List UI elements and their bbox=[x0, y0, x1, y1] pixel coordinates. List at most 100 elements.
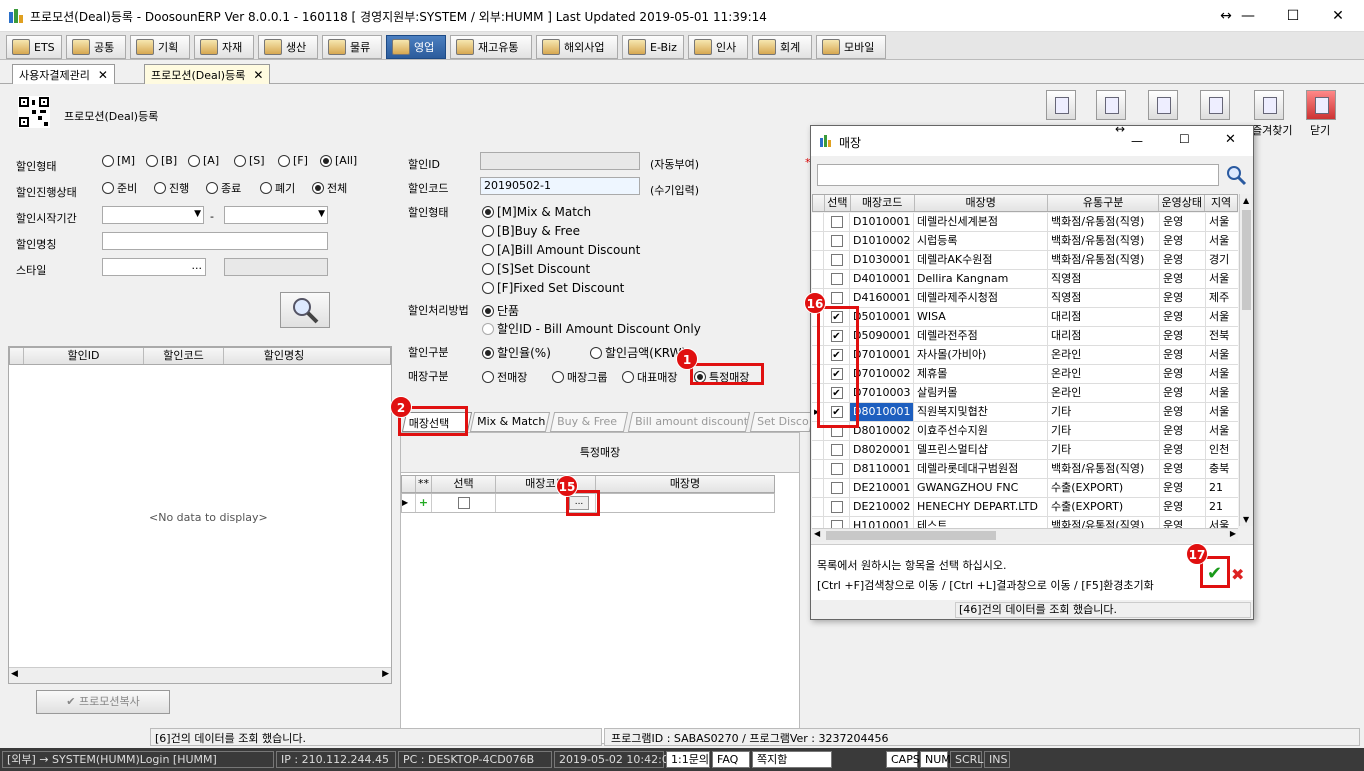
new-icon[interactable] bbox=[1046, 90, 1076, 120]
select-checkbox[interactable]: ✔ bbox=[830, 311, 843, 323]
header-store-code[interactable]: 매장코드 bbox=[851, 195, 915, 211]
style-input[interactable]: ... bbox=[102, 258, 206, 276]
period-end-select[interactable]: ▼ bbox=[224, 206, 328, 224]
select-checkbox[interactable]: ✔ bbox=[830, 330, 843, 342]
select-cell[interactable] bbox=[432, 494, 496, 512]
select-cell[interactable]: ✔ bbox=[824, 365, 850, 383]
tab-bill-amount[interactable]: Bill amount discount bbox=[627, 412, 751, 432]
add-row-icon[interactable]: + bbox=[416, 494, 432, 512]
status-progress-radio[interactable]: 진행 bbox=[154, 180, 189, 196]
dialog-row[interactable]: DE210002 HENECHY DEPART.LTD 수출(EXPORT) 운영 21 bbox=[812, 498, 1238, 517]
select-checkbox[interactable] bbox=[830, 482, 843, 494]
menu-common[interactable]: 공통 bbox=[66, 35, 126, 59]
header-discount-id[interactable]: 할인ID bbox=[24, 348, 144, 364]
select-cell[interactable] bbox=[824, 460, 850, 478]
dialog-vscrollbar[interactable]: ▲ ▼ bbox=[1239, 194, 1253, 526]
minimize-button[interactable]: — bbox=[1226, 4, 1270, 28]
select-checkbox[interactable]: ✔ bbox=[830, 368, 843, 380]
select-cell[interactable]: ✔ bbox=[824, 327, 850, 345]
tab-buy-free[interactable]: Buy & Free bbox=[549, 412, 629, 432]
menu-overseas[interactable]: 해외사업 bbox=[536, 35, 618, 59]
select-checkbox[interactable]: ✔ bbox=[830, 349, 843, 361]
select-cell[interactable] bbox=[824, 498, 850, 516]
select-cell[interactable]: ✔ bbox=[824, 403, 850, 421]
header-discount-name[interactable]: 할인명칭 bbox=[224, 348, 344, 364]
message-box-button[interactable]: 쪽지함 bbox=[752, 751, 832, 768]
header-distribution[interactable]: 유통구분 bbox=[1048, 195, 1160, 211]
select-checkbox[interactable] bbox=[830, 463, 843, 475]
select-checkbox[interactable] bbox=[457, 497, 470, 509]
dialog-hscrollbar[interactable]: ◀ ▶ bbox=[812, 528, 1238, 542]
menu-ebiz[interactable]: E-Biz bbox=[622, 35, 684, 59]
scroll-thumb[interactable] bbox=[1242, 210, 1251, 310]
select-checkbox[interactable] bbox=[830, 444, 843, 456]
select-cell[interactable]: ✔ bbox=[824, 308, 850, 326]
dialog-search-icon[interactable] bbox=[1225, 164, 1249, 186]
form-type-f-radio[interactable]: [F]Fixed Set Discount bbox=[482, 281, 624, 295]
tab-user-payment[interactable]: 사용자결제관리 ✕ bbox=[12, 64, 115, 84]
close-window-icon[interactable] bbox=[1306, 90, 1336, 120]
store-specific-radio[interactable]: 특정매장 bbox=[694, 369, 749, 385]
type-f-radio[interactable]: [F] bbox=[278, 154, 308, 167]
tab-mix-match[interactable]: Mix & Match bbox=[469, 412, 551, 432]
header-region[interactable]: 지역 bbox=[1205, 195, 1237, 211]
select-cell[interactable] bbox=[824, 422, 850, 440]
select-cell[interactable]: ✔ bbox=[824, 346, 850, 364]
tab-promotion[interactable]: 프로모션(Deal)등록 ✕ bbox=[144, 64, 271, 84]
menu-production[interactable]: 생산 bbox=[258, 35, 318, 59]
dialog-row[interactable]: D4010001 Dellira Kangnam 직영점 운영 서울 bbox=[812, 270, 1238, 289]
store-grid-row[interactable]: ▶ + ... bbox=[401, 493, 775, 513]
dialog-row[interactable]: D4160001 데렐라제주시청점 직영점 운영 제주 bbox=[812, 289, 1238, 308]
select-cell[interactable] bbox=[824, 289, 850, 307]
menu-plan[interactable]: 기획 bbox=[130, 35, 190, 59]
type-a-radio[interactable]: [A] bbox=[188, 154, 219, 167]
dialog-row[interactable]: ✔ D7010001 자사몰(가비아) 온라인 운영 서울 bbox=[812, 346, 1238, 365]
select-checkbox[interactable] bbox=[830, 235, 843, 247]
close-icon[interactable]: ✕ bbox=[253, 68, 263, 82]
type-s-radio[interactable]: [S] bbox=[234, 154, 265, 167]
header-state[interactable]: 운영상태 bbox=[1159, 195, 1206, 211]
cancel-x-icon[interactable]: ✖ bbox=[1231, 565, 1244, 584]
dialog-minimize-button[interactable]: — bbox=[1131, 134, 1143, 148]
select-cell[interactable] bbox=[824, 251, 850, 269]
delete-icon[interactable] bbox=[1096, 90, 1126, 120]
select-cell[interactable] bbox=[824, 479, 850, 497]
dialog-search-input[interactable] bbox=[817, 164, 1219, 186]
left-grid-scrollbar[interactable]: ◀ ▶ bbox=[9, 667, 391, 683]
hscroll-thumb[interactable] bbox=[826, 531, 996, 540]
dialog-row[interactable]: ✔ D7010002 제휴몰 온라인 운영 서울 bbox=[812, 365, 1238, 384]
menu-sales[interactable]: 영업 bbox=[386, 35, 446, 59]
header-store-code[interactable]: 매장코드 bbox=[496, 476, 596, 492]
select-checkbox[interactable]: ✔ bbox=[830, 387, 843, 399]
name-input[interactable] bbox=[102, 232, 328, 250]
kind-amount-radio[interactable]: 할인금액(KRW) bbox=[590, 344, 686, 361]
select-checkbox[interactable] bbox=[830, 501, 843, 513]
store-all-radio[interactable]: 전매장 bbox=[482, 369, 527, 385]
select-checkbox[interactable] bbox=[830, 254, 843, 266]
select-checkbox[interactable] bbox=[830, 292, 843, 304]
method-single-radio[interactable]: 단품 bbox=[482, 302, 519, 319]
dialog-resize-icon[interactable]: ↔ bbox=[1115, 122, 1125, 136]
dialog-row[interactable]: D1010002 시럽등록 백화점/유통점(직영) 운영 서울 bbox=[812, 232, 1238, 251]
menu-mobile[interactable]: 모바일 bbox=[816, 35, 886, 59]
status-end-radio[interactable]: 종료 bbox=[206, 180, 241, 196]
code-input[interactable]: 20190502-1 bbox=[480, 177, 640, 195]
faq-button[interactable]: FAQ bbox=[712, 751, 750, 768]
dialog-row[interactable]: D1030001 데렐라AK수원점 백화점/유통점(직영) 운영 경기 bbox=[812, 251, 1238, 270]
select-cell[interactable] bbox=[824, 441, 850, 459]
store-group-radio[interactable]: 매장그룹 bbox=[552, 369, 607, 385]
period-start-select[interactable]: ▼ bbox=[102, 206, 204, 224]
header-discount-code[interactable]: 할인코드 bbox=[144, 348, 224, 364]
menu-hr[interactable]: 인사 bbox=[688, 35, 748, 59]
form-type-m-radio[interactable]: [M]Mix & Match bbox=[482, 205, 591, 219]
dialog-row[interactable]: D8010002 이효주선수지원 기타 운영 서울 bbox=[812, 422, 1238, 441]
dialog-row[interactable]: ✔ D5010001 WISA 대리점 운영 서울 bbox=[812, 308, 1238, 327]
type-m-radio[interactable]: [M] bbox=[102, 154, 135, 167]
dialog-row[interactable]: D8110001 데렐라롯데대구범원점 백화점/유통점(직영) 운영 충북 bbox=[812, 460, 1238, 479]
select-checkbox[interactable]: ✔ bbox=[830, 406, 843, 418]
search-button[interactable] bbox=[280, 292, 330, 328]
dialog-close-button[interactable]: ✕ bbox=[1225, 132, 1236, 147]
menu-material[interactable]: 자재 bbox=[194, 35, 254, 59]
maximize-button[interactable]: ☐ bbox=[1271, 4, 1315, 28]
select-checkbox[interactable] bbox=[830, 273, 843, 285]
